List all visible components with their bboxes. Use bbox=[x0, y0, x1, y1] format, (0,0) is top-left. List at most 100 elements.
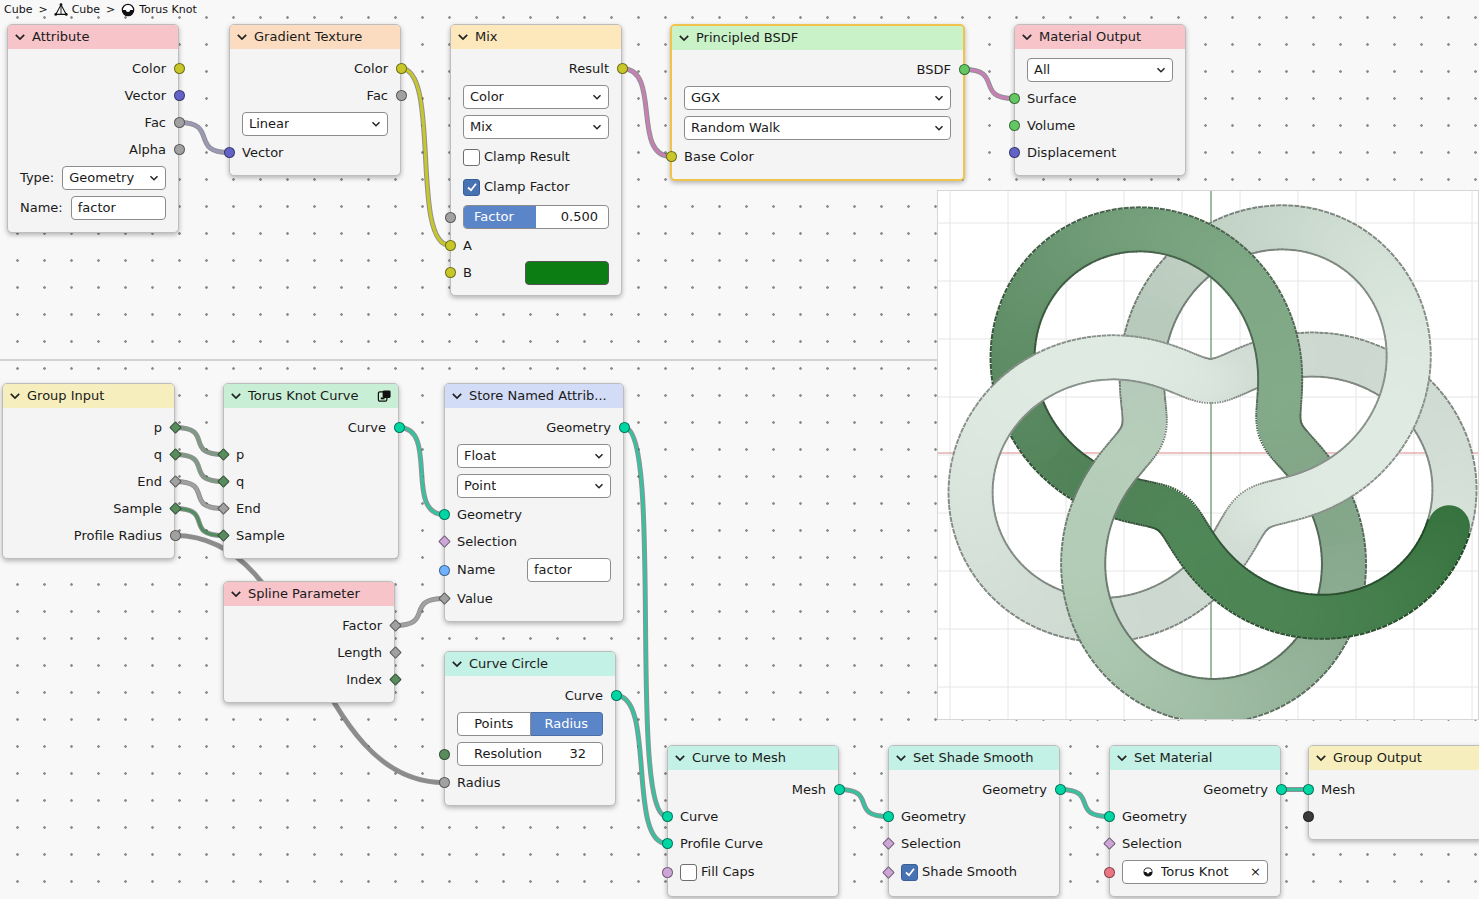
socket[interactable] bbox=[443, 266, 457, 280]
checkbox[interactable] bbox=[463, 149, 480, 166]
node[interactable]: Torus Knot CurveCurvepqEndSample bbox=[223, 383, 399, 559]
node-header[interactable]: Torus Knot Curve bbox=[224, 384, 398, 408]
socket[interactable] bbox=[388, 673, 402, 687]
socket[interactable] bbox=[216, 529, 230, 543]
node-header[interactable]: Gradient Texture bbox=[230, 25, 400, 49]
wire[interactable] bbox=[175, 428, 223, 455]
node[interactable]: Group OutputMesh bbox=[1308, 745, 1479, 840]
socket[interactable] bbox=[1007, 146, 1021, 160]
socket[interactable] bbox=[437, 592, 451, 606]
dropdown[interactable]: Linear bbox=[242, 112, 388, 136]
socket[interactable] bbox=[881, 865, 895, 879]
node-editor[interactable]: Cube>Cube>Torus Knot AttributeColorVecto… bbox=[0, 0, 1479, 899]
socket[interactable] bbox=[664, 150, 678, 164]
socket[interactable] bbox=[388, 646, 402, 660]
number-field[interactable]: Resolution32 bbox=[457, 742, 603, 766]
dropdown[interactable]: Float bbox=[457, 444, 611, 468]
socket[interactable] bbox=[1274, 783, 1288, 797]
slider[interactable]: Factor0.500 bbox=[463, 205, 609, 229]
node-header[interactable]: Curve Circle bbox=[445, 652, 615, 676]
node-header[interactable]: Group Output bbox=[1309, 746, 1479, 770]
wire[interactable] bbox=[399, 428, 444, 515]
socket[interactable] bbox=[609, 689, 623, 703]
socket[interactable] bbox=[1301, 810, 1315, 824]
node[interactable]: Spline ParameterFactorLengthIndex bbox=[223, 581, 395, 703]
wire[interactable] bbox=[964, 70, 1014, 99]
node-header[interactable]: Spline Parameter bbox=[224, 582, 394, 606]
wire[interactable] bbox=[175, 482, 223, 509]
socket[interactable] bbox=[216, 502, 230, 516]
socket[interactable] bbox=[172, 116, 186, 130]
socket[interactable] bbox=[443, 210, 457, 224]
node-header[interactable]: Store Named Attrib... bbox=[445, 384, 623, 408]
breadcrumb-label[interactable]: Torus Knot bbox=[139, 2, 197, 19]
viewport[interactable] bbox=[937, 190, 1479, 720]
socket[interactable] bbox=[437, 535, 451, 549]
node[interactable]: Principled BSDFBSDFGGXRandom WalkBase Co… bbox=[670, 24, 965, 181]
breadcrumb-label[interactable]: Cube bbox=[72, 2, 100, 19]
wire[interactable] bbox=[616, 696, 667, 844]
socket[interactable] bbox=[881, 837, 895, 851]
dropdown[interactable]: Point bbox=[457, 474, 611, 498]
socket[interactable] bbox=[172, 143, 186, 157]
node-header[interactable]: Set Shade Smooth bbox=[889, 746, 1059, 770]
dropdown[interactable]: GGX bbox=[684, 86, 951, 110]
wire[interactable] bbox=[624, 428, 667, 817]
socket[interactable] bbox=[172, 89, 186, 103]
node-header[interactable]: Curve to Mesh bbox=[668, 746, 838, 770]
material-field[interactable]: Torus Knot× bbox=[1122, 860, 1268, 884]
node[interactable]: Set MaterialGeometryGeometrySelectionTor… bbox=[1109, 745, 1281, 897]
dropdown[interactable]: Geometry bbox=[62, 166, 166, 190]
node[interactable]: Curve to MeshMeshCurveProfile CurveFill … bbox=[667, 745, 839, 897]
socket[interactable] bbox=[392, 421, 406, 435]
dropdown[interactable]: Mix bbox=[463, 115, 609, 139]
socket[interactable] bbox=[437, 747, 451, 761]
node[interactable]: Set Shade SmoothGeometryGeometrySelectio… bbox=[888, 745, 1060, 897]
socket[interactable] bbox=[1102, 837, 1116, 851]
socket[interactable] bbox=[437, 776, 451, 790]
color-swatch[interactable] bbox=[525, 261, 609, 285]
node[interactable]: AttributeColorVectorFacAlphaType:Geometr… bbox=[7, 24, 179, 233]
socket[interactable] bbox=[1007, 119, 1021, 133]
socket[interactable] bbox=[216, 448, 230, 462]
socket[interactable] bbox=[168, 448, 182, 462]
node[interactable]: MixResultColorMixClamp ResultClamp Facto… bbox=[450, 24, 622, 296]
breadcrumb-item[interactable]: Cube bbox=[54, 2, 100, 19]
socket[interactable] bbox=[222, 146, 236, 160]
node-header[interactable]: Attribute bbox=[8, 25, 178, 49]
node[interactable]: Gradient TextureColorFacLinearVector bbox=[229, 24, 401, 176]
clear-button[interactable]: × bbox=[1250, 862, 1261, 882]
socket[interactable] bbox=[1102, 810, 1116, 824]
node-header[interactable]: Principled BSDF bbox=[672, 26, 963, 50]
toggle-button[interactable]: Radius bbox=[531, 712, 604, 736]
node-header[interactable]: Group Input bbox=[3, 384, 174, 408]
socket[interactable] bbox=[394, 89, 408, 103]
node-header[interactable]: Mix bbox=[451, 25, 621, 49]
node-header[interactable]: Set Material bbox=[1110, 746, 1280, 770]
wire[interactable] bbox=[401, 69, 450, 246]
socket[interactable] bbox=[617, 421, 631, 435]
breadcrumb-item[interactable]: Torus Knot bbox=[121, 2, 197, 19]
socket[interactable] bbox=[437, 508, 451, 522]
socket[interactable] bbox=[168, 421, 182, 435]
text-field[interactable]: factor bbox=[71, 196, 166, 220]
socket[interactable] bbox=[394, 62, 408, 76]
checkbox[interactable] bbox=[901, 864, 918, 881]
socket[interactable] bbox=[443, 239, 457, 253]
socket[interactable] bbox=[660, 837, 674, 851]
wire[interactable] bbox=[622, 69, 671, 157]
socket[interactable] bbox=[615, 62, 629, 76]
dropdown[interactable]: All bbox=[1027, 58, 1173, 82]
socket[interactable] bbox=[660, 865, 674, 879]
socket[interactable] bbox=[168, 475, 182, 489]
wire[interactable] bbox=[175, 509, 223, 536]
socket[interactable] bbox=[832, 783, 846, 797]
breadcrumb-label[interactable]: Cube bbox=[4, 2, 32, 19]
socket[interactable] bbox=[957, 63, 971, 77]
socket[interactable] bbox=[660, 810, 674, 824]
socket[interactable] bbox=[168, 502, 182, 516]
wire[interactable] bbox=[839, 790, 888, 817]
node[interactable]: Material OutputAllSurfaceVolumeDisplacem… bbox=[1014, 24, 1186, 176]
wire[interactable] bbox=[395, 599, 444, 626]
socket[interactable] bbox=[168, 529, 182, 543]
